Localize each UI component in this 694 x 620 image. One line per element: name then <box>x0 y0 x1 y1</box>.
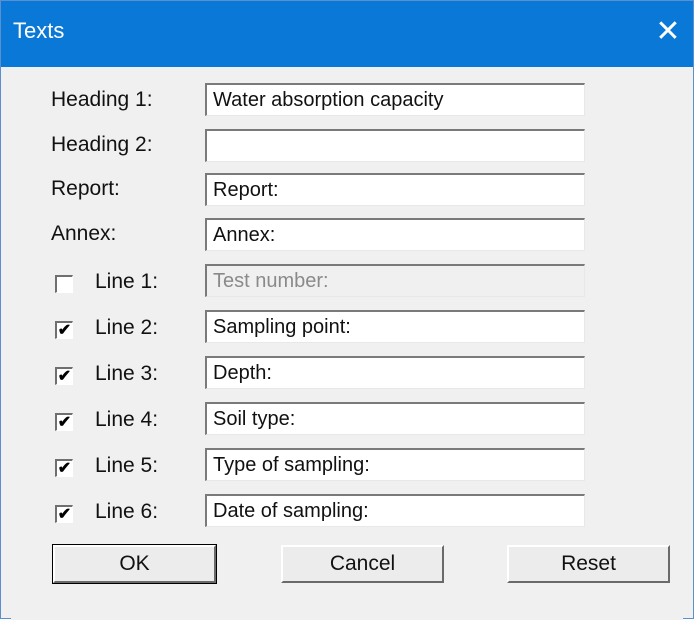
line6-input[interactable] <box>205 494 585 527</box>
annex-input[interactable] <box>205 218 585 251</box>
line6-checkbox[interactable]: ✔ <box>55 505 73 523</box>
line6-label: Line 6: <box>95 500 159 523</box>
line5-label: Line 5: <box>95 454 159 477</box>
line2-label: Line 2: <box>95 316 159 339</box>
line1-label: Line 1: <box>95 270 159 293</box>
close-icon[interactable]: ✕ <box>651 15 685 49</box>
heading1-label: Heading 1: <box>51 88 153 111</box>
line4-checkbox[interactable]: ✔ <box>55 413 73 431</box>
dialog-body: Heading 1: Heading 2: Report: Annex: Lin… <box>11 67 683 620</box>
heading1-input[interactable] <box>205 83 585 116</box>
line4-checkmark-icon: ✔ <box>57 414 72 431</box>
annex-label: Annex: <box>51 222 117 245</box>
line5-checkbox[interactable]: ✔ <box>55 459 73 477</box>
report-label: Report: <box>51 177 120 200</box>
line4-label: Line 4: <box>95 408 159 431</box>
line6-checkmark-icon: ✔ <box>57 506 72 523</box>
line1-checkbox[interactable] <box>55 275 73 293</box>
heading2-input[interactable] <box>205 129 585 162</box>
line2-input[interactable] <box>205 310 585 343</box>
line3-checkbox[interactable]: ✔ <box>55 367 73 385</box>
heading2-label: Heading 2: <box>51 133 153 156</box>
cancel-button[interactable]: Cancel <box>281 545 444 583</box>
line3-label: Line 3: <box>95 362 159 385</box>
line4-input[interactable] <box>205 402 585 435</box>
texts-dialog: Texts ✕ Heading 1: Heading 2: Report: An… <box>0 0 694 620</box>
line5-input[interactable] <box>205 448 585 481</box>
line5-checkmark-icon: ✔ <box>57 460 72 477</box>
reset-button[interactable]: Reset <box>507 545 670 583</box>
window-title: Texts <box>13 18 65 43</box>
line1-input[interactable] <box>205 264 585 297</box>
ok-button[interactable]: OK <box>52 544 217 584</box>
report-input[interactable] <box>205 173 585 206</box>
title-bar[interactable]: Texts ✕ <box>1 1 693 67</box>
line2-checkmark-icon: ✔ <box>57 322 72 339</box>
line3-checkmark-icon: ✔ <box>57 368 72 385</box>
line3-input[interactable] <box>205 356 585 389</box>
line2-checkbox[interactable]: ✔ <box>55 321 73 339</box>
